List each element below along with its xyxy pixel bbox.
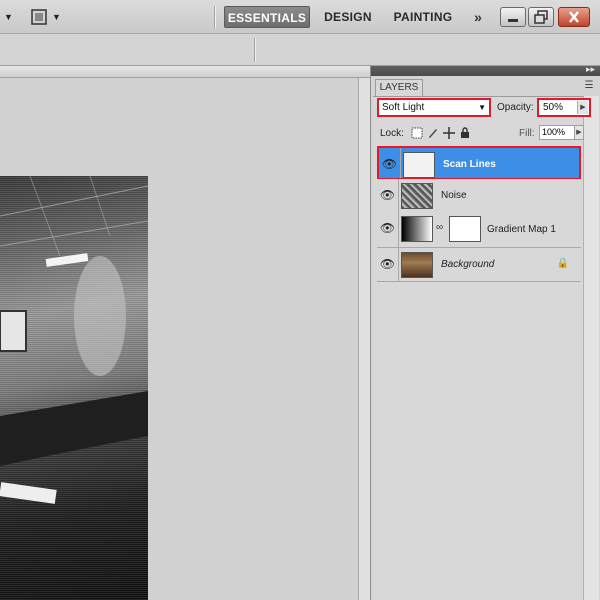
screen-mode-icon[interactable] bbox=[30, 8, 48, 26]
layer-row-noise[interactable]: 👁 Noise bbox=[377, 179, 581, 213]
layers-panel-scrollbar[interactable] bbox=[583, 96, 599, 600]
workspace-painting-button[interactable]: PAINTING bbox=[388, 6, 458, 28]
lock-icon: 🔒 bbox=[556, 258, 569, 269]
layer-name: Gradient Map 1 bbox=[487, 224, 556, 235]
layer-name: Noise bbox=[441, 190, 467, 201]
layer-row-background[interactable]: 👁 Background 🔒 bbox=[377, 248, 581, 282]
blend-mode-value: Soft Light bbox=[382, 102, 425, 113]
layer-thumbnail bbox=[403, 152, 435, 178]
workspace-essentials-button[interactable]: ESSENTIALS bbox=[224, 6, 310, 28]
layer-thumbnail bbox=[401, 183, 433, 209]
photoshop-window: ▼ ▼ ESSENTIALS DESIGN PAINTING » ▸▸ LAYE… bbox=[0, 0, 600, 600]
layer-mask-thumbnail[interactable] bbox=[449, 216, 481, 242]
eye-visibility-icon[interactable]: 👁 bbox=[377, 212, 399, 247]
lock-transparent-pixels-icon[interactable] bbox=[411, 127, 423, 139]
blend-mode-select[interactable]: Soft Light ▼ bbox=[377, 98, 491, 117]
lock-label: Lock: bbox=[380, 128, 404, 139]
canvas-vertical-scrollbar[interactable] bbox=[358, 78, 370, 600]
layer-row-scan-lines[interactable]: 👁 Scan Lines bbox=[377, 146, 581, 180]
options-bar bbox=[0, 34, 600, 66]
eye-visibility-icon[interactable]: 👁 bbox=[377, 179, 399, 212]
close-icon bbox=[569, 11, 579, 23]
close-button[interactable] bbox=[558, 7, 590, 27]
workspace-design-button[interactable]: DESIGN bbox=[318, 6, 378, 28]
opacity-slider-icon[interactable]: ▶ bbox=[577, 101, 588, 114]
office-photo-image bbox=[0, 176, 148, 504]
minimize-icon bbox=[508, 19, 518, 22]
appbar-divider bbox=[214, 6, 216, 28]
document-area bbox=[0, 66, 370, 600]
opacity-field[interactable]: 50% ▶ bbox=[537, 98, 591, 117]
dock-header-strip[interactable]: ▸▸ bbox=[371, 64, 600, 76]
lock-all-icon[interactable] bbox=[459, 127, 471, 139]
restore-button[interactable] bbox=[528, 7, 554, 27]
screen-mode-dropdown-icon[interactable]: ▼ bbox=[52, 12, 61, 22]
fill-label: Fill: bbox=[519, 128, 535, 139]
eye-visibility-icon[interactable]: 👁 bbox=[377, 248, 399, 281]
options-bar-divider bbox=[254, 38, 256, 62]
lock-image-pixels-icon[interactable] bbox=[427, 127, 439, 139]
panel-dock: ▸▸ LAYERS ☰ Soft Light ▼ Opacity: 50% ▶ … bbox=[370, 64, 600, 600]
document-canvas-image[interactable] bbox=[0, 176, 148, 600]
restore-icon bbox=[534, 10, 548, 24]
collapse-dock-icon[interactable]: ▸▸ bbox=[586, 64, 595, 75]
tab-layers[interactable]: LAYERS bbox=[375, 79, 423, 96]
application-bar: ▼ ▼ ESSENTIALS DESIGN PAINTING » bbox=[0, 0, 600, 34]
more-workspaces-button[interactable]: » bbox=[468, 6, 488, 28]
lock-position-icon[interactable] bbox=[443, 127, 455, 139]
fill-slider-icon[interactable]: ▶ bbox=[574, 125, 584, 140]
adjustment-thumbnail bbox=[401, 216, 433, 242]
opacity-label: Opacity: bbox=[497, 102, 534, 113]
document-tab-bar[interactable] bbox=[0, 66, 370, 78]
fill-field[interactable]: 100% bbox=[539, 125, 575, 140]
opacity-value: 50% bbox=[543, 102, 564, 113]
minimize-button[interactable] bbox=[500, 7, 526, 27]
panel-menu-icon[interactable]: ☰ bbox=[582, 80, 596, 92]
tool-dropdown-arrow-icon[interactable]: ▼ bbox=[4, 12, 13, 22]
eye-visibility-icon[interactable]: 👁 bbox=[379, 148, 401, 178]
layer-thumbnail bbox=[401, 252, 433, 278]
chain-link-icon[interactable]: ∞ bbox=[436, 222, 443, 233]
layer-name: Background bbox=[441, 259, 495, 270]
layer-name: Scan Lines bbox=[443, 159, 496, 170]
layer-row-gradient-map[interactable]: 👁 ∞ Gradient Map 1 bbox=[377, 212, 581, 248]
chevron-down-icon: ▼ bbox=[478, 103, 486, 112]
